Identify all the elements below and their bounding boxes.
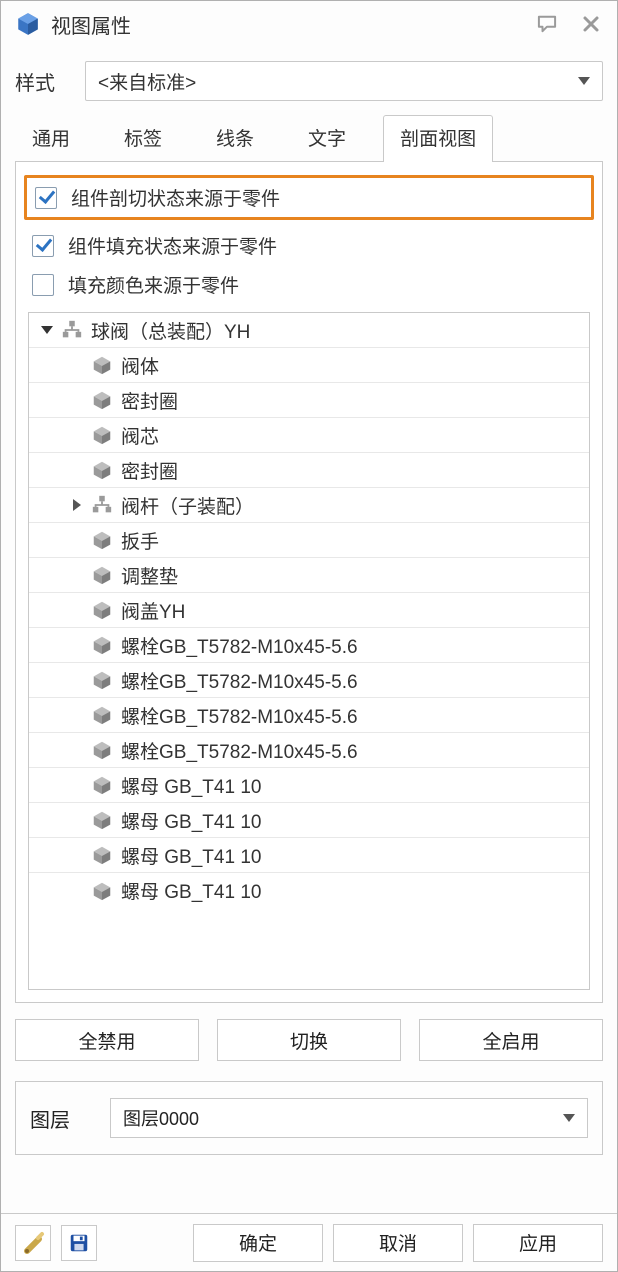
assembly-icon xyxy=(91,494,113,516)
part-icon xyxy=(91,809,113,831)
checkbox-cut-from-part[interactable] xyxy=(35,187,57,209)
assembly-icon xyxy=(61,319,83,341)
part-icon xyxy=(91,704,113,726)
tree-label: 螺栓GB_T5782-M10x45-5.6 xyxy=(121,702,358,729)
tree-row[interactable]: 螺母 GB_T41 10 xyxy=(29,873,589,908)
layer-label: 图层 xyxy=(30,1104,70,1133)
tree-label: 螺母 GB_T41 10 xyxy=(121,842,261,869)
style-label: 样式 xyxy=(15,67,61,96)
tree-label: 调整垫 xyxy=(121,562,178,589)
tab-tags[interactable]: 标签 xyxy=(107,115,179,161)
ok-button[interactable]: 确定 xyxy=(193,1224,323,1262)
tab-lines[interactable]: 线条 xyxy=(199,115,271,161)
tree-row[interactable]: 球阀（总装配）YH xyxy=(29,313,589,348)
part-icon xyxy=(91,634,113,656)
tabs: 通用标签线条文字剖面视图 xyxy=(1,119,617,161)
save-button[interactable] xyxy=(61,1225,97,1261)
tree-label: 球阀（总装配）YH xyxy=(91,317,250,344)
part-icon xyxy=(91,844,113,866)
tree-label: 螺栓GB_T5782-M10x45-5.6 xyxy=(121,667,358,694)
chevron-down-icon xyxy=(578,77,590,85)
tree-label: 阀盖YH xyxy=(121,597,185,624)
component-tree[interactable]: 球阀（总装配）YH阀体密封圈阀芯密封圈阀杆（子装配）扳手调整垫阀盖YH螺栓GB_… xyxy=(28,312,590,990)
check-label: 组件填充状态来源于零件 xyxy=(68,232,277,259)
titlebar: 视图属性 xyxy=(1,1,617,47)
tree-row[interactable]: 螺母 GB_T41 10 xyxy=(29,838,589,873)
section-panel: 组件剖切状态来源于零件组件填充状态来源于零件填充颜色来源于零件 球阀（总装配）Y… xyxy=(15,161,603,1003)
part-icon xyxy=(91,354,113,376)
tab-section[interactable]: 剖面视图 xyxy=(383,115,493,161)
tree-row[interactable]: 阀盖YH xyxy=(29,593,589,628)
check-row-fill-from-part: 组件填充状态来源于零件 xyxy=(16,226,602,265)
tree-row[interactable]: 扳手 xyxy=(29,523,589,558)
tab-general[interactable]: 通用 xyxy=(15,115,87,161)
reset-button[interactable] xyxy=(15,1225,51,1261)
tree-label: 螺栓GB_T5782-M10x45-5.6 xyxy=(121,737,358,764)
tree-label: 螺母 GB_T41 10 xyxy=(121,807,261,834)
part-icon xyxy=(91,669,113,691)
checkbox-fill-from-part[interactable] xyxy=(32,235,54,257)
check-row-color-from-part: 填充颜色来源于零件 xyxy=(16,265,602,304)
part-icon xyxy=(91,599,113,621)
check-row-cut-from-part: 组件剖切状态来源于零件 xyxy=(24,175,594,220)
part-icon xyxy=(91,880,113,902)
tree-row[interactable]: 螺栓GB_T5782-M10x45-5.6 xyxy=(29,733,589,768)
disable-all-button[interactable]: 全禁用 xyxy=(15,1019,199,1061)
tree-label: 阀体 xyxy=(121,352,159,379)
layer-select[interactable]: 图层0000 xyxy=(110,1098,588,1138)
check-label: 填充颜色来源于零件 xyxy=(68,271,239,298)
tree-label: 密封圈 xyxy=(121,387,178,414)
toggle-button[interactable]: 切换 xyxy=(217,1019,401,1061)
tree-label: 螺母 GB_T41 10 xyxy=(121,772,261,799)
part-icon xyxy=(91,564,113,586)
tree-label: 阀芯 xyxy=(121,422,159,449)
part-icon xyxy=(91,529,113,551)
collapse-icon[interactable] xyxy=(37,320,57,340)
style-select[interactable]: <来自标准> xyxy=(85,61,603,101)
part-icon xyxy=(91,739,113,761)
chevron-down-icon xyxy=(563,1114,575,1122)
feedback-icon[interactable] xyxy=(535,14,559,34)
tree-label: 螺母 GB_T41 10 xyxy=(121,877,261,904)
style-select-value: <来自标准> xyxy=(98,68,196,95)
tree-row[interactable]: 调整垫 xyxy=(29,558,589,593)
tree-label: 螺栓GB_T5782-M10x45-5.6 xyxy=(121,632,358,659)
check-label: 组件剖切状态来源于零件 xyxy=(71,184,280,211)
tree-label: 密封圈 xyxy=(121,457,178,484)
tree-row[interactable]: 阀芯 xyxy=(29,418,589,453)
part-icon xyxy=(91,774,113,796)
close-icon[interactable] xyxy=(579,14,603,34)
tree-row[interactable]: 螺栓GB_T5782-M10x45-5.6 xyxy=(29,698,589,733)
app-icon xyxy=(15,11,41,37)
tab-text[interactable]: 文字 xyxy=(291,115,363,161)
part-icon xyxy=(91,424,113,446)
tree-row[interactable]: 螺母 GB_T41 10 xyxy=(29,768,589,803)
tree-label: 扳手 xyxy=(121,527,159,554)
tree-row[interactable]: 螺母 GB_T41 10 xyxy=(29,803,589,838)
tree-row[interactable]: 螺栓GB_T5782-M10x45-5.6 xyxy=(29,663,589,698)
layer-select-value: 图层0000 xyxy=(123,1105,199,1131)
tree-row[interactable]: 密封圈 xyxy=(29,383,589,418)
enable-all-button[interactable]: 全启用 xyxy=(419,1019,603,1061)
window-title: 视图属性 xyxy=(51,10,535,39)
apply-button[interactable]: 应用 xyxy=(473,1224,603,1262)
part-icon xyxy=(91,459,113,481)
tree-label: 阀杆（子装配） xyxy=(121,492,254,519)
cancel-button[interactable]: 取消 xyxy=(333,1224,463,1262)
tree-row[interactable]: 阀杆（子装配） xyxy=(29,488,589,523)
checkbox-color-from-part[interactable] xyxy=(32,274,54,296)
tree-row[interactable]: 密封圈 xyxy=(29,453,589,488)
tree-row[interactable]: 螺栓GB_T5782-M10x45-5.6 xyxy=(29,628,589,663)
expand-icon[interactable] xyxy=(67,495,87,515)
part-icon xyxy=(91,389,113,411)
tree-row[interactable]: 阀体 xyxy=(29,348,589,383)
